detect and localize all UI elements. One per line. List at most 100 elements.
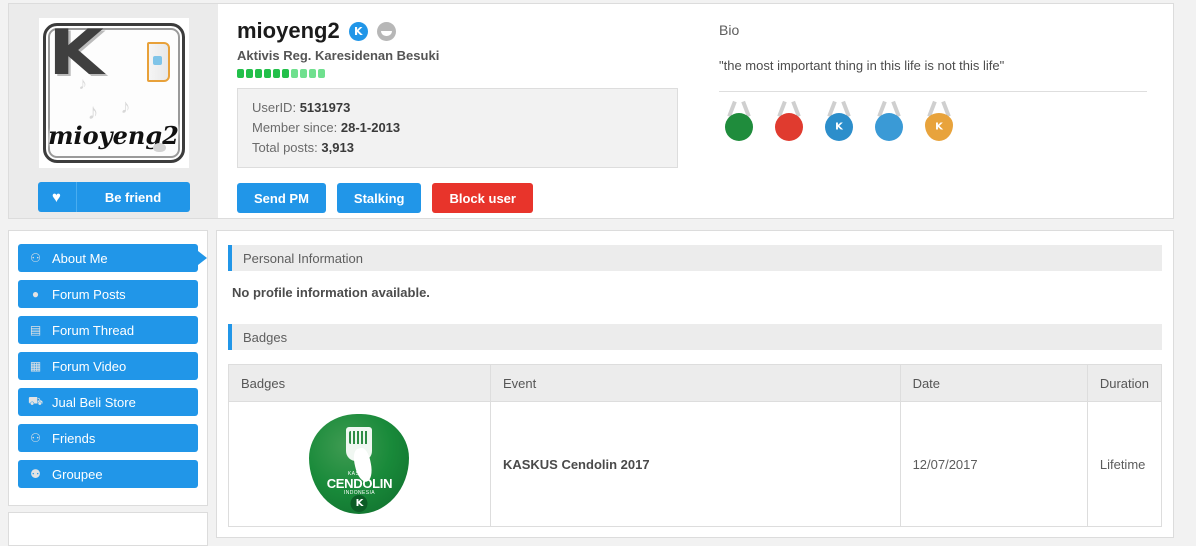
friend-icon: ⚇	[27, 431, 44, 446]
profile-action-buttons: Send PM Stalking Block user	[237, 183, 705, 213]
sidebar-item-label: About Me	[52, 251, 108, 266]
sidebar-item-about-me[interactable]: ⚇ About Me	[18, 244, 198, 272]
reputation-dot	[237, 69, 244, 78]
userid-label: UserID:	[252, 100, 296, 115]
kaskus-k-mark-icon: K	[351, 495, 368, 512]
blue-hand-medal[interactable]	[869, 101, 909, 143]
bio-title: Bio	[719, 22, 1147, 38]
mouse-icon	[153, 143, 166, 152]
kaskus-k-logo-icon: K	[48, 23, 103, 89]
sidebar-item-list: ⚇ About Me ●Forum Posts ▤ Forum Thread ▦ Forum…	[18, 244, 198, 488]
user-stats-box: UserID: 5131973 Member since: 28-1-2013 …	[237, 88, 678, 168]
sidebar-item-label: Forum Thread	[52, 323, 134, 338]
sidebar-item-label: Groupee	[52, 467, 103, 482]
medal-disc	[875, 113, 903, 141]
avatar-image: K ♪ ♪ ♪ mioyeng2	[43, 23, 185, 163]
stalking-button[interactable]: Stalking	[337, 183, 422, 213]
reputation-dot	[309, 69, 316, 78]
badge-caption-mid: CENDOLIN	[309, 477, 409, 491]
sidebar-item-forum-posts[interactable]: ●Forum Posts	[18, 280, 198, 308]
total-posts-value: 3,913	[321, 140, 354, 155]
profile-header-card: K ♪ ♪ ♪ mioyeng2 ♥ Be friend mioyeng2 K	[8, 3, 1174, 219]
person-icon: ⚇	[27, 251, 44, 266]
personal-information-heading: Personal Information	[228, 245, 1162, 271]
music-note-icon: ♪	[79, 74, 88, 94]
bio-text: "the most important thing in this life i…	[719, 58, 1147, 73]
kaskus-shop-medal[interactable]	[769, 101, 809, 143]
reputation-dot	[300, 69, 307, 78]
badge-image-cell: KASKUS CENDOLIN INDONESIA K	[229, 402, 491, 527]
sidebar-item-label: Forum Posts	[52, 287, 126, 302]
medal-disc: K	[825, 113, 853, 141]
group-icon: ⚉	[27, 467, 44, 482]
medal-disc	[775, 113, 803, 141]
sidebar-item-forum-thread[interactable]: ▤ Forum Thread	[18, 316, 198, 344]
badge-caption: KASKUS CENDOLIN INDONESIA	[309, 472, 409, 496]
total-posts-label: Total posts:	[252, 140, 318, 155]
member-since-value: 28-1-2013	[341, 120, 400, 135]
send-pm-button[interactable]: Send PM	[237, 183, 326, 213]
member-since-label: Member since:	[252, 120, 337, 135]
column-header-event: Event	[490, 365, 900, 402]
reputation-dot	[255, 69, 262, 78]
badges-table: Badges Event Date Duration KASKUS CEN	[228, 364, 1162, 527]
total-posts-row: Total posts: 3,913	[252, 138, 663, 158]
reputation-dot	[282, 69, 289, 78]
sidebar-item-friends[interactable]: ⚇ Friends	[18, 424, 198, 452]
cart-icon: ⛟	[27, 395, 44, 410]
music-note-icon: ♪	[121, 96, 131, 119]
profile-sidebar: ⚇ About Me ●Forum Posts ▤ Forum Thread ▦ Forum…	[8, 230, 208, 506]
calendar-icon: ▤	[27, 323, 44, 338]
kaskus-verified-icon: K	[349, 22, 368, 41]
sidebar-item-forum-video[interactable]: ▦ Forum Video	[18, 352, 198, 380]
userid-value: 5131973	[300, 100, 351, 115]
profile-page: K ♪ ♪ ♪ mioyeng2 ♥ Be friend mioyeng2 K	[0, 0, 1196, 546]
profile-content-panel: Personal Information No profile informat…	[216, 230, 1174, 538]
username-row: mioyeng2 K	[237, 18, 705, 44]
reputation-meter	[237, 69, 705, 78]
user-title: Aktivis Reg. Karesidenan Besuki	[237, 48, 705, 63]
badge-date-cell: 12/07/2017	[900, 402, 1087, 527]
door-icon	[147, 42, 170, 82]
medal-glyph: K	[935, 122, 943, 133]
badges-heading: Badges	[228, 324, 1162, 350]
clapperboard-icon: ▦	[27, 359, 44, 374]
avatar[interactable]: K ♪ ♪ ♪ mioyeng2	[39, 18, 189, 168]
sidebar-item-label: Friends	[52, 431, 95, 446]
username: mioyeng2	[237, 18, 340, 44]
reputation-dot	[264, 69, 271, 78]
member-since-row: Member since: 28-1-2013	[252, 118, 663, 138]
user-info-column: mioyeng2 K Aktivis Reg. Karesidenan Besu…	[218, 4, 705, 218]
medal-disc: K	[925, 113, 953, 141]
bio-column: Bio "the most important thing in this li…	[705, 4, 1173, 218]
be-friend-button[interactable]: ♥ Be friend	[38, 182, 190, 212]
mood-status-icon	[377, 22, 396, 41]
be-friend-label: Be friend	[77, 182, 190, 212]
sidebar-item-groupee[interactable]: ⚉ Groupee	[18, 460, 198, 488]
reputation-dot	[318, 69, 325, 78]
userid-row: UserID: 5131973	[252, 98, 663, 118]
badges-table-header-row: Badges Event Date Duration	[229, 365, 1162, 402]
medal-glyph: K	[835, 122, 843, 133]
cendol-medal[interactable]	[719, 101, 759, 143]
orange-kaskus-medal[interactable]: K	[919, 101, 959, 143]
sidebar-item-label: Jual Beli Store	[52, 395, 136, 410]
reputation-dot	[291, 69, 298, 78]
column-header-duration: Duration	[1087, 365, 1161, 402]
reputation-dot	[273, 69, 280, 78]
heart-icon: ♥	[38, 182, 77, 212]
block-user-button[interactable]: Block user	[432, 183, 532, 213]
table-row: KASKUS CENDOLIN INDONESIA K KASKUS Cendo…	[229, 402, 1162, 527]
avatar-column: K ♪ ♪ ♪ mioyeng2 ♥ Be friend	[9, 4, 218, 218]
kaskus-cendolin-badge-icon: KASKUS CENDOLIN INDONESIA K	[309, 414, 409, 514]
sidebar-item-label: Forum Video	[52, 359, 126, 374]
badge-duration-cell: Lifetime	[1087, 402, 1161, 527]
reputation-dot	[246, 69, 253, 78]
badge-event-cell: KASKUS Cendolin 2017	[490, 402, 900, 527]
sidebar-secondary-panel	[8, 512, 208, 546]
medal-list: KK	[719, 101, 1147, 143]
column-header-badges: Badges	[229, 365, 491, 402]
personal-information-body: No profile information available.	[228, 271, 1162, 324]
blue-kaskus-medal[interactable]: K	[819, 101, 859, 143]
sidebar-item-jual-beli-store[interactable]: ⛟ Jual Beli Store	[18, 388, 198, 416]
